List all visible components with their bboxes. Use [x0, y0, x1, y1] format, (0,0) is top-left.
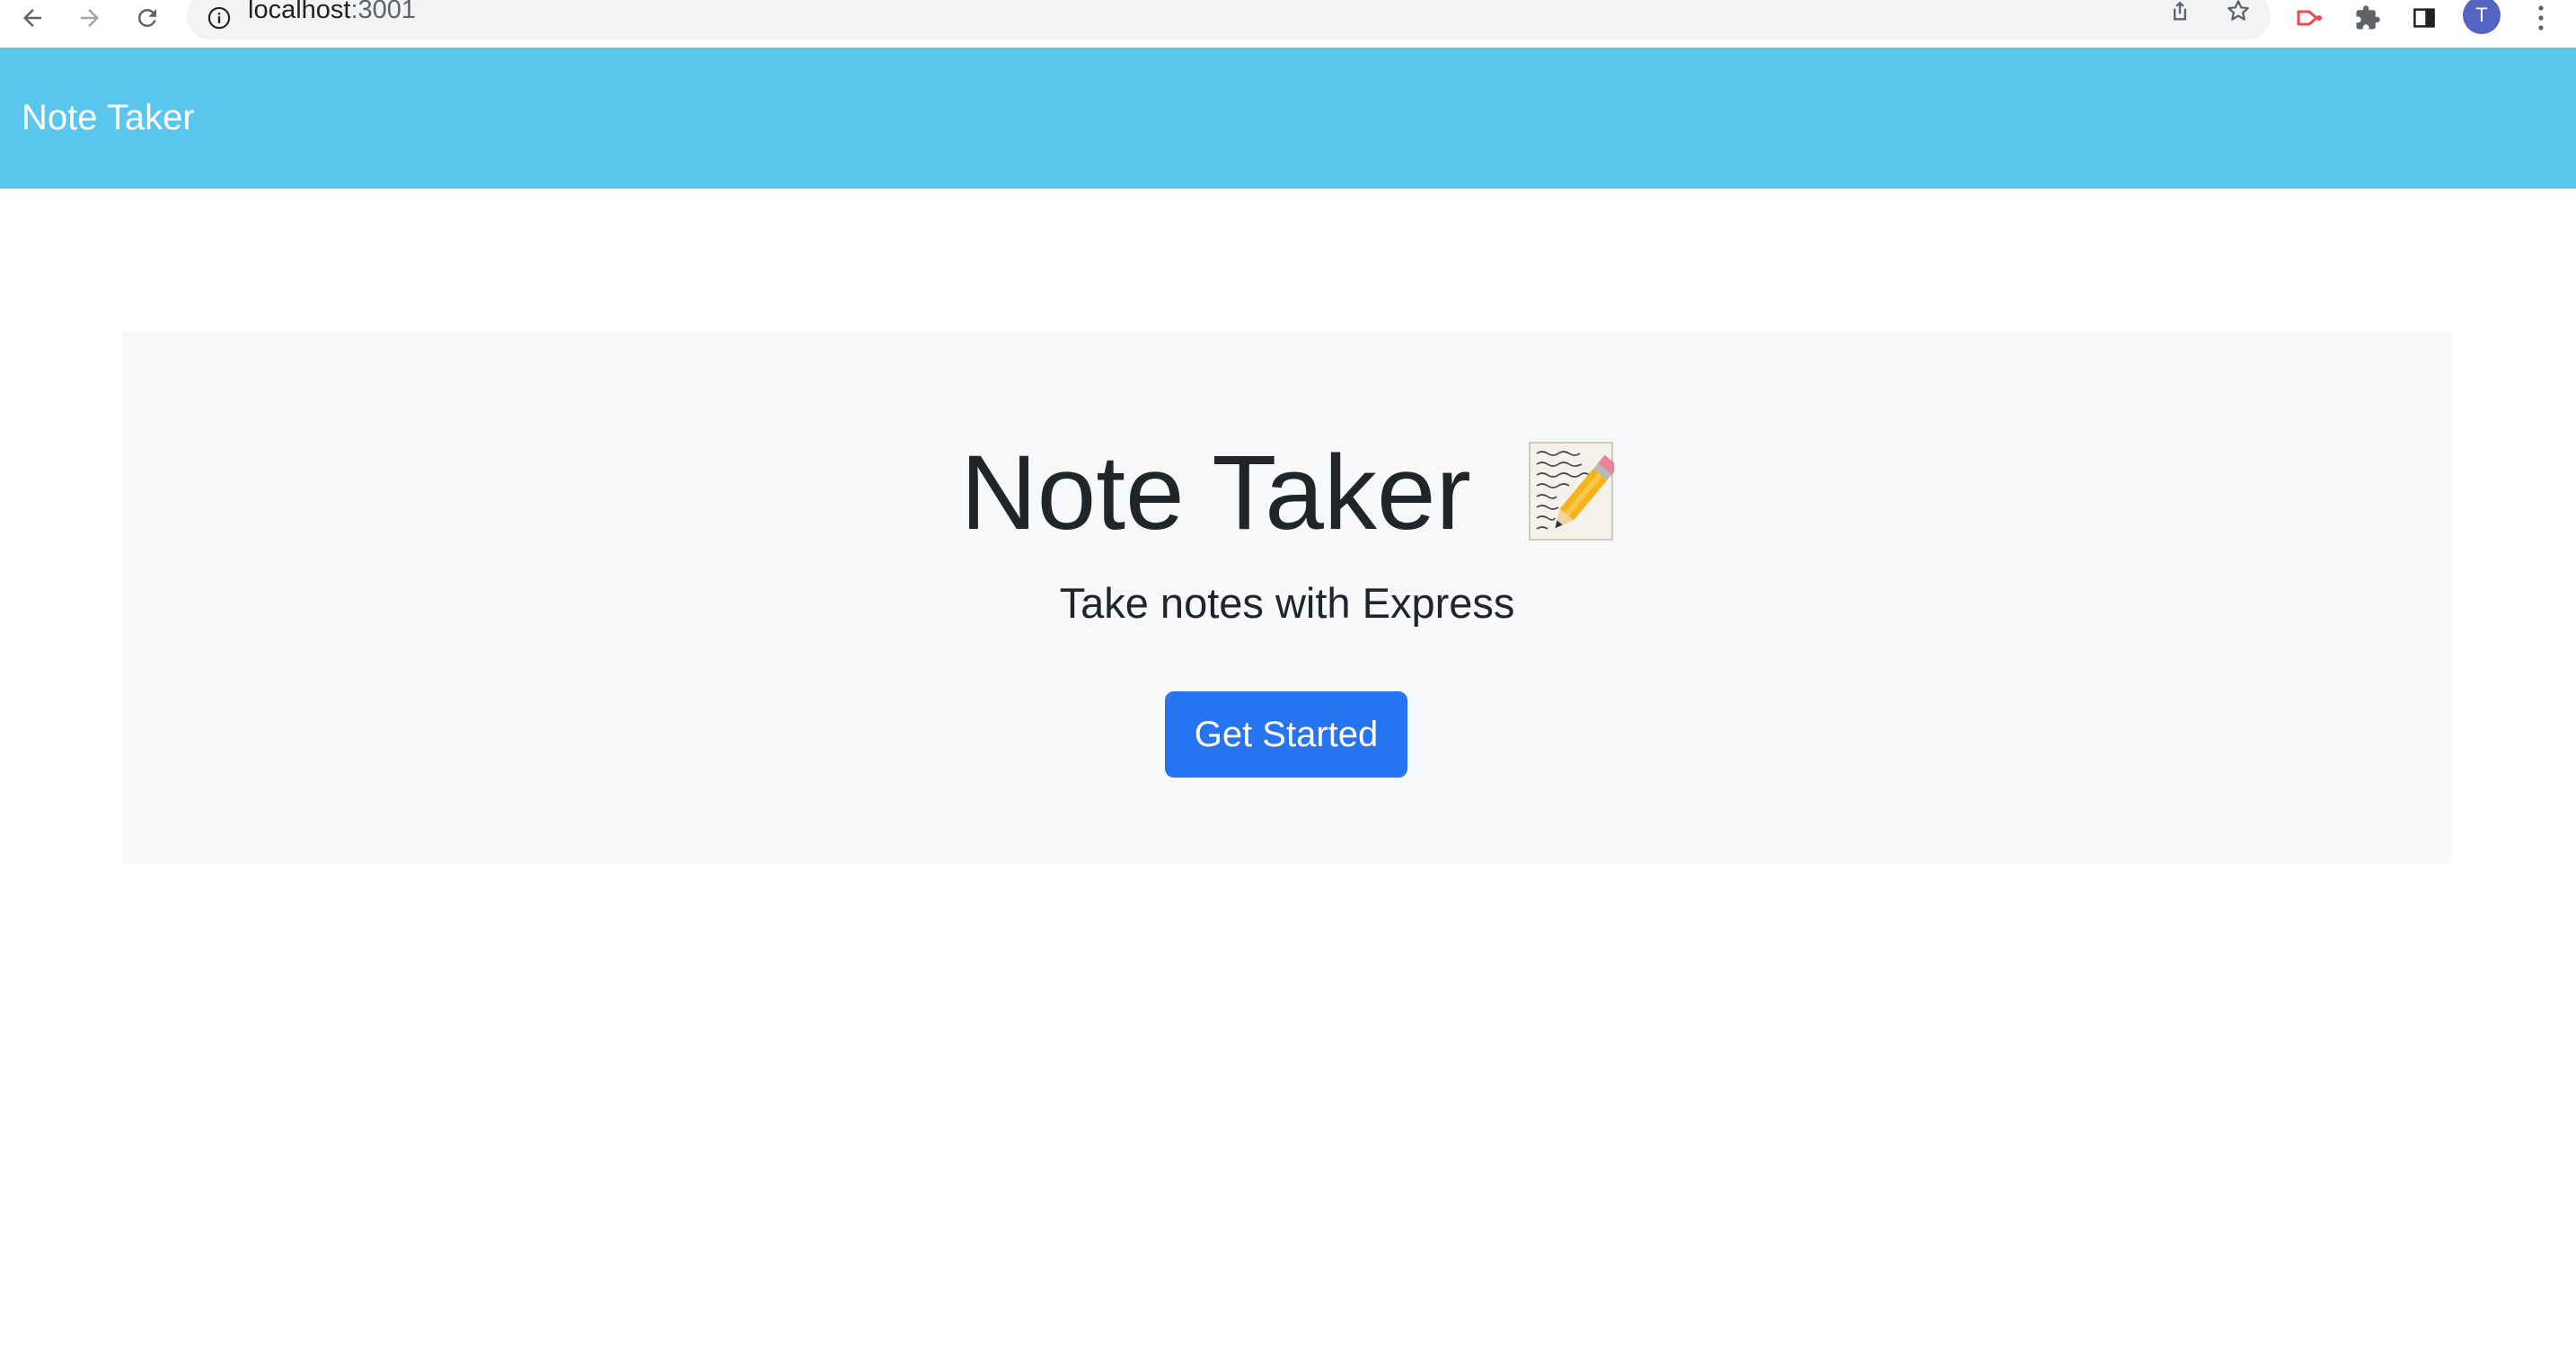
forward-button[interactable]: [70, 0, 110, 36]
url-port: :3001: [350, 0, 417, 24]
page-title-text: Note Taker: [960, 433, 1471, 552]
memo-icon: [1528, 441, 1614, 541]
get-started-button[interactable]: Get Started: [1165, 691, 1407, 778]
url-text[interactable]: localhost:3001: [248, 0, 416, 25]
arrow-right-icon: [81, 9, 99, 27]
red-extension-icon: [2297, 10, 2322, 26]
hero-jumbotron: Note Taker Take notes with Express Get S…: [122, 332, 2452, 864]
side-panel-icon: [2413, 8, 2435, 28]
app-navbar: Note Taker: [0, 48, 2576, 189]
side-panel-button[interactable]: [2404, 0, 2444, 36]
share-icon: [2174, 1, 2186, 21]
puzzle-icon: [2356, 5, 2380, 30]
info-icon[interactable]: [207, 5, 232, 31]
address-bar[interactable]: localhost:3001: [187, 0, 2271, 40]
browser-menu-button[interactable]: [2521, 0, 2561, 36]
profile-avatar[interactable]: T: [2463, 0, 2501, 34]
extensions-menu-button[interactable]: [2348, 0, 2387, 36]
browser-toolbar: localhost:3001 T: [0, 0, 2576, 48]
share-button[interactable]: [2160, 0, 2200, 27]
star-icon: [2228, 0, 2249, 21]
extension-button[interactable]: [2290, 0, 2330, 36]
navbar-brand[interactable]: Note Taker: [22, 48, 195, 189]
page-title: Note Taker: [122, 422, 2452, 556]
more-vert-icon: [2538, 5, 2544, 31]
url-host: localhost: [248, 0, 351, 24]
reload-button[interactable]: [128, 0, 167, 36]
reload-icon: [137, 8, 156, 27]
arrow-left-icon: [23, 9, 41, 27]
hero-lead: Take notes with Express: [1059, 579, 1515, 627]
bookmark-button[interactable]: [2219, 0, 2258, 27]
back-button[interactable]: [13, 0, 52, 36]
